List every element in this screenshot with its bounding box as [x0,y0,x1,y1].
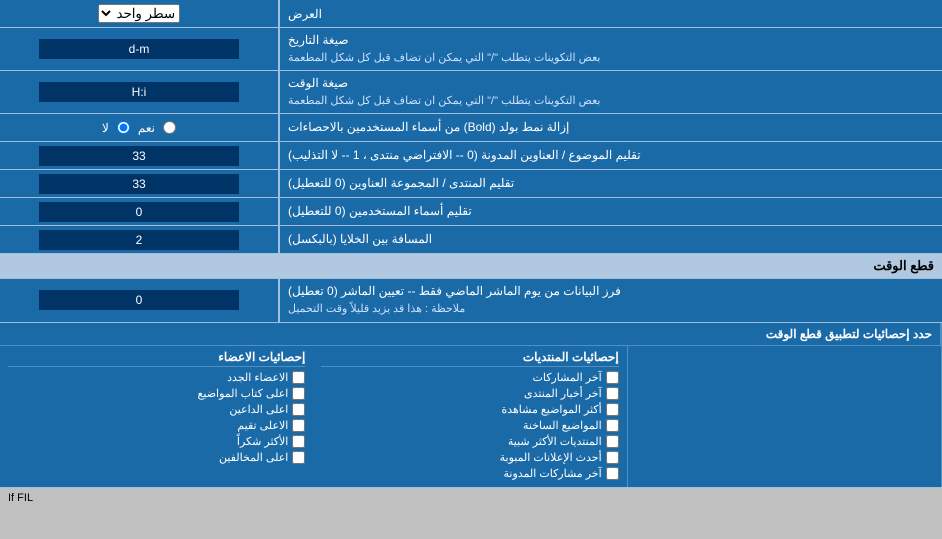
checkbox-popular-forums: المنتديات الأكثر شبية [321,435,618,448]
bold-remove-input-cell: نعم لا [0,114,280,141]
checkbox-hot-topics-label: المواضيع الساخنة [523,419,602,432]
cell-spacing-row: المسافة بين الخلايا (بالبكسل) 2 [0,226,942,254]
checkbox-top-rated-label: الاعلى تقيم [237,419,288,432]
checkboxes-main-label: حدد إحصائيات لتطبيق قطع الوقت [280,323,942,345]
checkbox-most-viewed-input[interactable] [606,403,619,416]
checkboxes-col-header-posts [0,323,280,345]
date-format-label: صيغة التاريخ بعض التكوينات يتطلب "/" الت… [280,28,942,70]
bold-remove-row: إزالة نمط بولد (Bold) من أسماء المستخدمي… [0,114,942,142]
time-format-row: صيغة الوقت بعض التكوينات يتطلب "/" التي … [0,71,942,114]
checkbox-last-news: آخر أخبار المنتدى [321,387,618,400]
time-format-label: صيغة الوقت بعض التكوينات يتطلب "/" التي … [280,71,942,113]
checkbox-top-online-input[interactable] [292,403,305,416]
bold-yes-label: نعم [138,121,155,135]
checkbox-top-online-label: اعلى الداعين [229,403,288,416]
checkbox-last-posts-input[interactable] [606,371,619,384]
checkbox-top-online: اعلى الداعين [8,403,305,416]
checkbox-last-posts-label: آخر المشاركات [533,371,602,384]
checkbox-new-members-label: الاعضاء الجدد [227,371,288,384]
date-format-row: صيغة التاريخ بعض التكوينات يتطلب "/" الت… [0,28,942,71]
display-label: العرض [280,0,942,27]
bold-no-label: لا [102,121,109,135]
forum-titles-input[interactable]: 33 [39,174,239,194]
checkbox-hot-topics-input[interactable] [606,419,619,432]
checkbox-last-participations: آخر مشاركات المدونة [321,467,618,480]
time-format-input-cell: H:i [0,71,280,113]
checkbox-popular-forums-input[interactable] [606,435,619,448]
cutoff-days-label: فرز البيانات من يوم الماشر الماضي فقط --… [280,279,942,321]
date-format-input-cell: d-m [0,28,280,70]
checkbox-top-posters-input[interactable] [292,387,305,400]
checkbox-last-posts: آخر المشاركات [321,371,618,384]
forum-stats-header: إحصائيات المنتديات [321,350,618,367]
usernames-input[interactable]: 0 [39,202,239,222]
bold-remove-label: إزالة نمط بولد (Bold) من أسماء المستخدمي… [280,114,942,141]
usernames-label: تقليم أسماء المستخدمين (0 للتعطيل) [280,198,942,225]
checkbox-last-news-label: آخر أخبار المنتدى [524,387,602,400]
cutoff-days-input-cell: 0 [0,279,280,321]
checkbox-last-participations-label: آخر مشاركات المدونة [504,467,602,480]
checkbox-top-posters: اعلى كتاب المواضيع [8,387,305,400]
checkbox-top-rated: الاعلى تقيم [8,419,305,432]
members-stats-header: إحصائيات الاعضاء [8,350,305,367]
cutoff-days-row: فرز البيانات من يوم الماشر الماضي فقط --… [0,279,942,322]
checkboxes-header-row: حدد إحصائيات لتطبيق قطع الوقت [0,323,942,346]
bold-no-radio[interactable] [117,121,130,134]
bold-yes-radio[interactable] [163,121,176,134]
checkbox-last-participations-input[interactable] [606,467,619,480]
checkbox-last-news-input[interactable] [606,387,619,400]
cell-spacing-input[interactable]: 2 [39,230,239,250]
cutoff-days-input[interactable]: 0 [39,290,239,310]
checkbox-most-viewed: أكثر المواضيع مشاهدة [321,403,618,416]
time-format-input[interactable]: H:i [39,82,239,102]
topic-titles-input[interactable]: 33 [39,146,239,166]
checkbox-most-viewed-label: أكثر المواضيع مشاهدة [501,403,601,416]
checkbox-top-visitors-label: اعلى المخالفين [219,451,288,464]
bold-radio-group: نعم لا [102,121,176,135]
cell-spacing-input-cell: 2 [0,226,280,253]
cutoff-section-header: قطع الوقت [0,254,942,279]
checkbox-latest-ads: أحدث الإعلانات المبوبة [321,451,618,464]
checkbox-top-visitors: اعلى المخالفين [8,451,305,464]
checkbox-new-members: الاعضاء الجدد [8,371,305,384]
checkbox-top-posters-label: اعلى كتاب المواضيع [198,387,289,400]
checkbox-col-empty [628,346,942,487]
footer-text: If FIL [0,488,942,508]
checkbox-col-forums: إحصائيات المنتديات آخر المشاركات آخر أخب… [313,346,627,487]
checkboxes-columns: إحصائيات المنتديات آخر المشاركات آخر أخب… [0,346,942,487]
topic-titles-input-cell: 33 [0,142,280,169]
checkbox-most-thankful: الأكثر شكراً [8,435,305,448]
checkbox-most-thankful-input[interactable] [292,435,305,448]
checkbox-col-members: إحصائيات الاعضاء الاعضاء الجدد اعلى كتاب… [0,346,313,487]
display-input-cell: سطر واحد سطرين ثلاثة أسطر [0,0,280,27]
forum-titles-input-cell: 33 [0,170,280,197]
display-select[interactable]: سطر واحد سطرين ثلاثة أسطر [98,4,180,23]
usernames-row: تقليم أسماء المستخدمين (0 للتعطيل) 0 [0,198,942,226]
checkbox-latest-ads-label: أحدث الإعلانات المبوبة [500,451,602,464]
date-format-input[interactable]: d-m [39,39,239,59]
checkbox-latest-ads-input[interactable] [606,451,619,464]
topic-titles-row: تقليم الموضوع / العناوين المدونة (0 -- ا… [0,142,942,170]
checkbox-hot-topics: المواضيع الساخنة [321,419,618,432]
forum-titles-row: تقليم المنتدى / المجموعة العناوين (0 للت… [0,170,942,198]
usernames-input-cell: 0 [0,198,280,225]
topic-titles-label: تقليم الموضوع / العناوين المدونة (0 -- ا… [280,142,942,169]
checkbox-new-members-input[interactable] [292,371,305,384]
checkboxes-area: حدد إحصائيات لتطبيق قطع الوقت إحصائيات ا… [0,323,942,488]
footer-label: If FIL [8,492,33,504]
checkbox-top-rated-input[interactable] [292,419,305,432]
forum-titles-label: تقليم المنتدى / المجموعة العناوين (0 للت… [280,170,942,197]
checkbox-popular-forums-label: المنتديات الأكثر شبية [508,435,602,448]
display-row: العرض سطر واحد سطرين ثلاثة أسطر [0,0,942,28]
cell-spacing-label: المسافة بين الخلايا (بالبكسل) [280,226,942,253]
checkbox-most-thankful-label: الأكثر شكراً [237,435,288,448]
checkbox-top-visitors-input[interactable] [292,451,305,464]
